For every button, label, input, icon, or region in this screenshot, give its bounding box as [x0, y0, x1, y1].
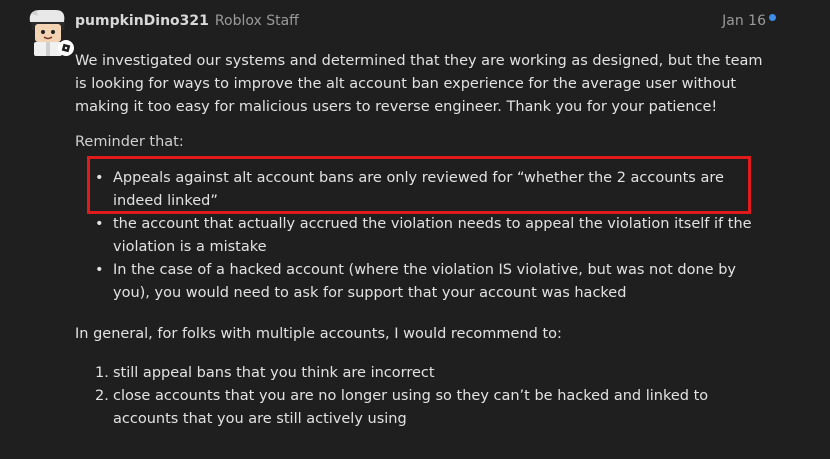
reminder-list: • Appeals against alt account bans are on…	[75, 167, 775, 305]
list-item-text: the account that actually accrued the vi…	[113, 216, 752, 255]
reminder-label: Reminder that:	[75, 134, 184, 150]
unread-dot-icon	[769, 13, 776, 21]
post-paragraph: We investigated our systems and determin…	[75, 53, 763, 115]
avatar[interactable]	[22, 8, 76, 58]
post-date[interactable]: Jan 16	[722, 13, 766, 29]
list-item: • In the case of a hacked account (where …	[75, 259, 775, 305]
list-number: 2.	[95, 388, 109, 404]
bullet-icon: •	[95, 262, 104, 278]
list-number: 1.	[95, 365, 109, 381]
list-item: • Appeals against alt account bans are on…	[75, 167, 775, 213]
post-date-area: Jan 16	[722, 13, 776, 29]
list-item: 1. still appeal bans that you think are i…	[75, 362, 775, 385]
post-header: pumpkinDino321 Roblox Staff	[75, 13, 299, 33]
list-item: 2. close accounts that you are no longer …	[75, 385, 775, 431]
roblox-avatar-icon	[29, 10, 74, 56]
username-link[interactable]: pumpkinDino321	[75, 13, 209, 29]
post-body: We investigated our systems and determin…	[75, 50, 775, 431]
list-item-text: close accounts that you are no longer us…	[113, 388, 709, 427]
recommendation-list: 1. still appeal bans that you think are i…	[75, 362, 775, 431]
list-item: • the account that actually accrued the v…	[75, 213, 775, 259]
list-item-text: In the case of a hacked account (where t…	[113, 262, 736, 301]
user-role: Roblox Staff	[214, 13, 299, 29]
list-item-text: Appeals against alt account bans are onl…	[113, 170, 724, 209]
bullet-icon: •	[95, 216, 104, 232]
list-item-text: still appeal bans that you think are inc…	[113, 365, 435, 381]
general-label: In general, for folks with multiple acco…	[75, 326, 562, 342]
bullet-icon: •	[95, 170, 104, 186]
